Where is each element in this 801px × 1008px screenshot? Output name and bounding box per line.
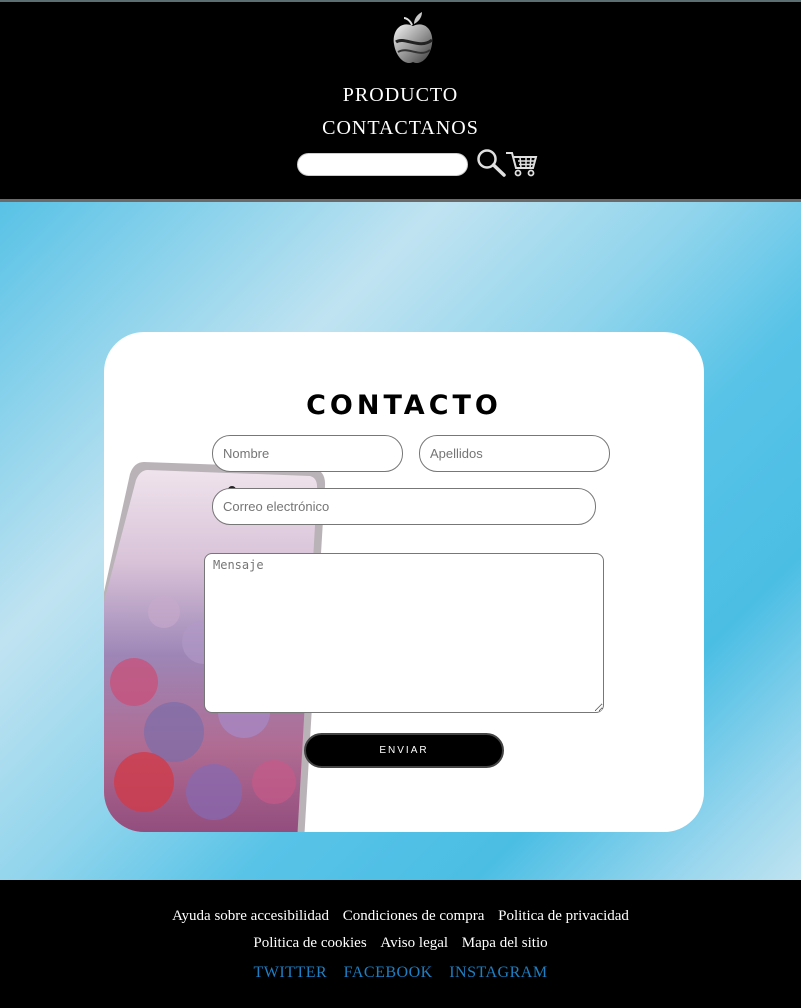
email-field[interactable] (212, 488, 596, 525)
nav-producto[interactable]: PRODUCTO (0, 84, 801, 107)
send-button[interactable]: ENVIAR (304, 733, 504, 768)
message-textarea[interactable] (204, 553, 604, 713)
footer-link-condiciones[interactable]: Condiciones de compra (343, 908, 485, 924)
footer-link-accesibilidad[interactable]: Ayuda sobre accesibilidad (172, 908, 329, 924)
footer-link-mapa[interactable]: Mapa del sitio (462, 935, 548, 951)
contact-card: CONTACTO ENVIAR (104, 332, 704, 832)
cart-icon[interactable] (505, 150, 539, 178)
nombre-field[interactable] (212, 435, 403, 472)
social-links: TWITTER FACEBOOK INSTAGRAM (0, 964, 801, 982)
footer-links-row-2: Politica de cookies Aviso legal Mapa del… (0, 935, 801, 952)
footer-link-privacidad[interactable]: Politica de privacidad (498, 908, 629, 924)
social-link-twitter[interactable]: TWITTER (253, 964, 327, 981)
apellidos-field[interactable] (419, 435, 610, 472)
search-icon[interactable] (475, 148, 507, 178)
site-header: PRODUCTO CONTACTANOS (0, 0, 801, 202)
nav-contactanos[interactable]: CONTACTANOS (0, 117, 801, 140)
footer-link-cookies[interactable]: Politica de cookies (253, 935, 366, 951)
social-link-facebook[interactable]: FACEBOOK (344, 964, 433, 981)
footer-link-aviso-legal[interactable]: Aviso legal (380, 935, 448, 951)
search-input[interactable] (297, 153, 468, 176)
site-footer: Ayuda sobre accesibilidad Condiciones de… (0, 880, 801, 1008)
contact-title: CONTACTO (306, 390, 502, 421)
footer-links-row-1: Ayuda sobre accesibilidad Condiciones de… (0, 908, 801, 925)
apple-logo-icon[interactable] (390, 10, 436, 66)
social-link-instagram[interactable]: INSTAGRAM (449, 964, 547, 981)
